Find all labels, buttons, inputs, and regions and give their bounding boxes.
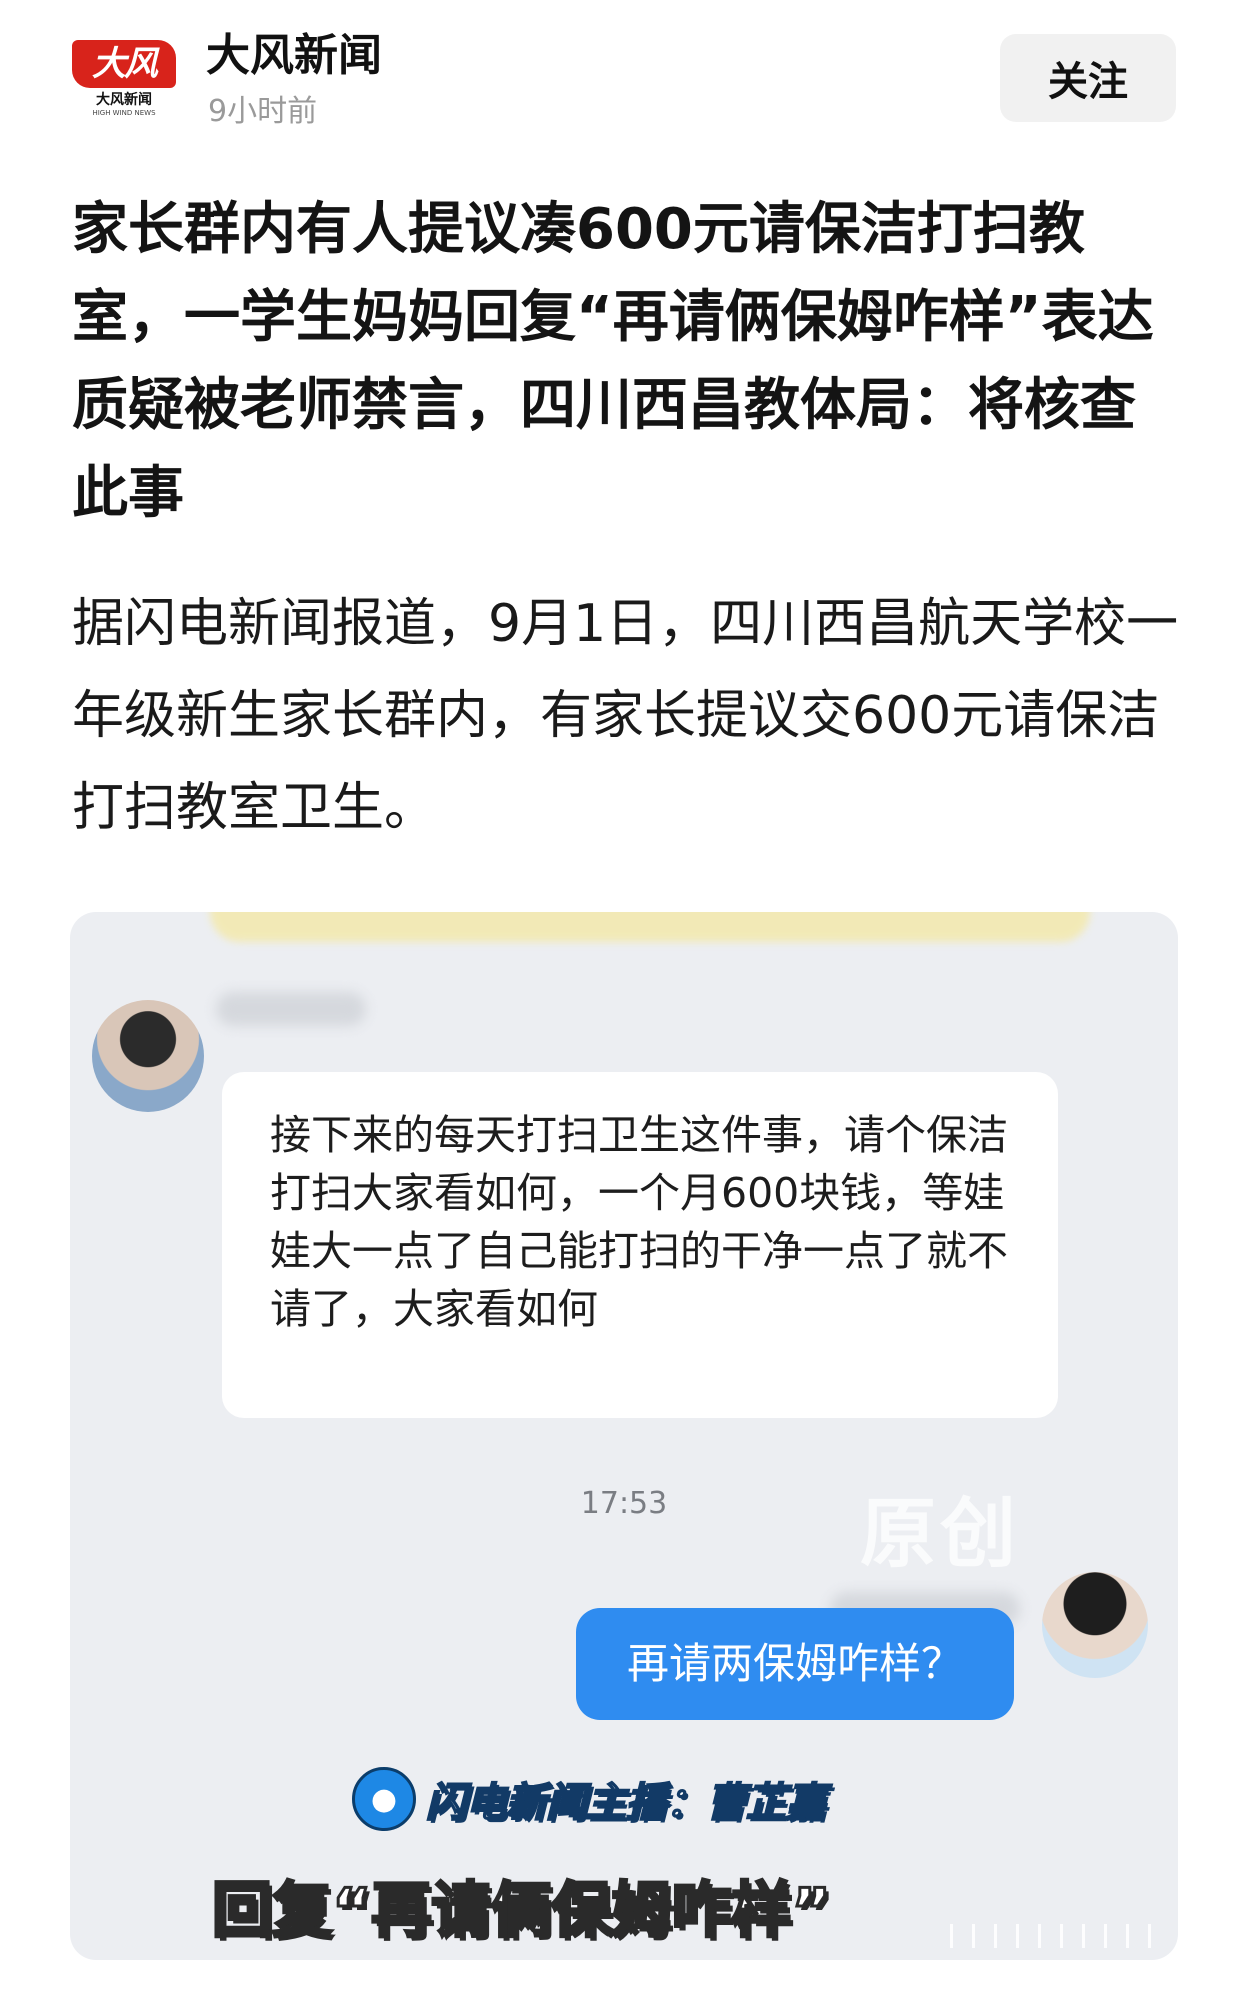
chat-bubble-sent: 再请两保姆咋样？: [576, 1608, 1014, 1720]
microphone-icon: ●: [352, 1767, 416, 1831]
anchor-name: 闪电新闻主播：曹芷嘉: [425, 1779, 827, 1827]
article-image[interactable]: 接下来的每天打扫卫生这件事，请个保洁打扫大家看如何，一个月600块钱，等娃娃大一…: [70, 912, 1178, 1960]
video-subtitle: 回复“再请俩保姆咋样”: [211, 1875, 833, 1948]
logo-name: 大风新闻: [96, 92, 152, 108]
sent-message-text: 再请两保姆咋样？: [626, 1639, 963, 1688]
received-message-text: 接下来的每天打扫卫生这件事，请个保洁打扫大家看如何，一个月600块钱，等娃娃大一…: [270, 1111, 1008, 1333]
reply-avatar: [1042, 1572, 1148, 1678]
sender-name-blurred: [216, 992, 366, 1026]
article-body: 据闪电新闻报道，9月1日，四川西昌航天学校一年级新生家长群内，有家长提议交600…: [72, 594, 1179, 838]
publisher-logo[interactable]: 大风 大风新闻 HIGH WIND NEWS: [72, 40, 176, 120]
article-header: 大风 大风新闻 HIGH WIND NEWS 大风新闻 9小时前 关注: [0, 0, 1260, 150]
article-headline: 家长群内有人提议凑600元请保洁打扫教室，一学生妈妈回复“再请俩保姆咋样”表达质…: [72, 197, 1154, 526]
follow-button[interactable]: 关注: [1000, 34, 1176, 122]
logo-mark: 大风: [72, 40, 176, 88]
publish-time: 9小时前: [208, 94, 318, 129]
anchor-caption: ● 闪电新闻主播：曹芷嘉: [352, 1766, 827, 1832]
logo-english: HIGH WIND NEWS: [92, 109, 156, 117]
playback-ticks: [950, 1924, 1170, 1948]
watermark: 原创: [860, 1489, 1020, 1578]
publisher-name[interactable]: 大风新闻: [206, 28, 382, 84]
sender-avatar: [92, 1000, 204, 1112]
video-title-banner: [210, 912, 1090, 942]
chat-bubble-received: 接下来的每天打扫卫生这件事，请个保洁打扫大家看如何，一个月600块钱，等娃娃大一…: [222, 1072, 1058, 1418]
